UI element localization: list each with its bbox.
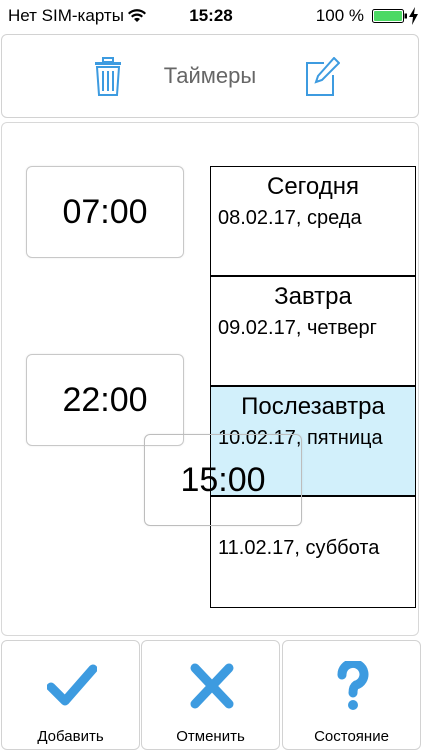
- checkmark-icon: [47, 664, 97, 706]
- day-name: Завтра: [274, 283, 352, 310]
- status-button[interactable]: Состояние: [282, 640, 421, 750]
- battery-icon: [372, 9, 407, 23]
- day-list: Сегодня 08.02.17, среда Завтра 09.02.17,…: [210, 166, 416, 608]
- add-label: Добавить: [37, 728, 104, 745]
- add-button[interactable]: Добавить: [1, 640, 140, 750]
- bottom-toolbar: Добавить Отменить Состояние: [0, 640, 422, 750]
- question-icon: [337, 661, 369, 710]
- day-name: Сегодня: [267, 173, 359, 200]
- edit-icon[interactable]: [304, 57, 340, 97]
- status-bar: Нет SIM-карты 15:28 100 %: [0, 0, 422, 34]
- battery-percent: 100 %: [315, 6, 364, 25]
- day-name: Послезавтра: [241, 393, 385, 420]
- cancel-label: Отменить: [176, 728, 245, 745]
- cancel-button[interactable]: Отменить: [141, 640, 280, 750]
- day-date: 11.02.17, суббота: [218, 537, 380, 559]
- timer-card[interactable]: 07:00: [26, 166, 184, 258]
- charging-icon: [409, 7, 418, 25]
- dragged-timer-card[interactable]: 15:00: [144, 434, 302, 526]
- cross-icon: [190, 663, 234, 709]
- timer-time: 15:00: [180, 460, 266, 499]
- day-cell-tomorrow[interactable]: Завтра 09.02.17, четверг: [211, 275, 415, 385]
- day-date: 08.02.17, среда: [218, 207, 362, 229]
- status-label: Состояние: [314, 728, 389, 745]
- timer-card[interactable]: 22:00: [26, 354, 184, 446]
- day-cell-today[interactable]: Сегодня 08.02.17, среда: [211, 167, 415, 277]
- header-bar: Таймеры: [1, 34, 419, 118]
- page-title: Таймеры: [163, 63, 257, 88]
- day-date: 09.02.17, четверг: [218, 317, 377, 339]
- timer-time: 22:00: [62, 380, 148, 419]
- timer-time: 07:00: [62, 192, 148, 231]
